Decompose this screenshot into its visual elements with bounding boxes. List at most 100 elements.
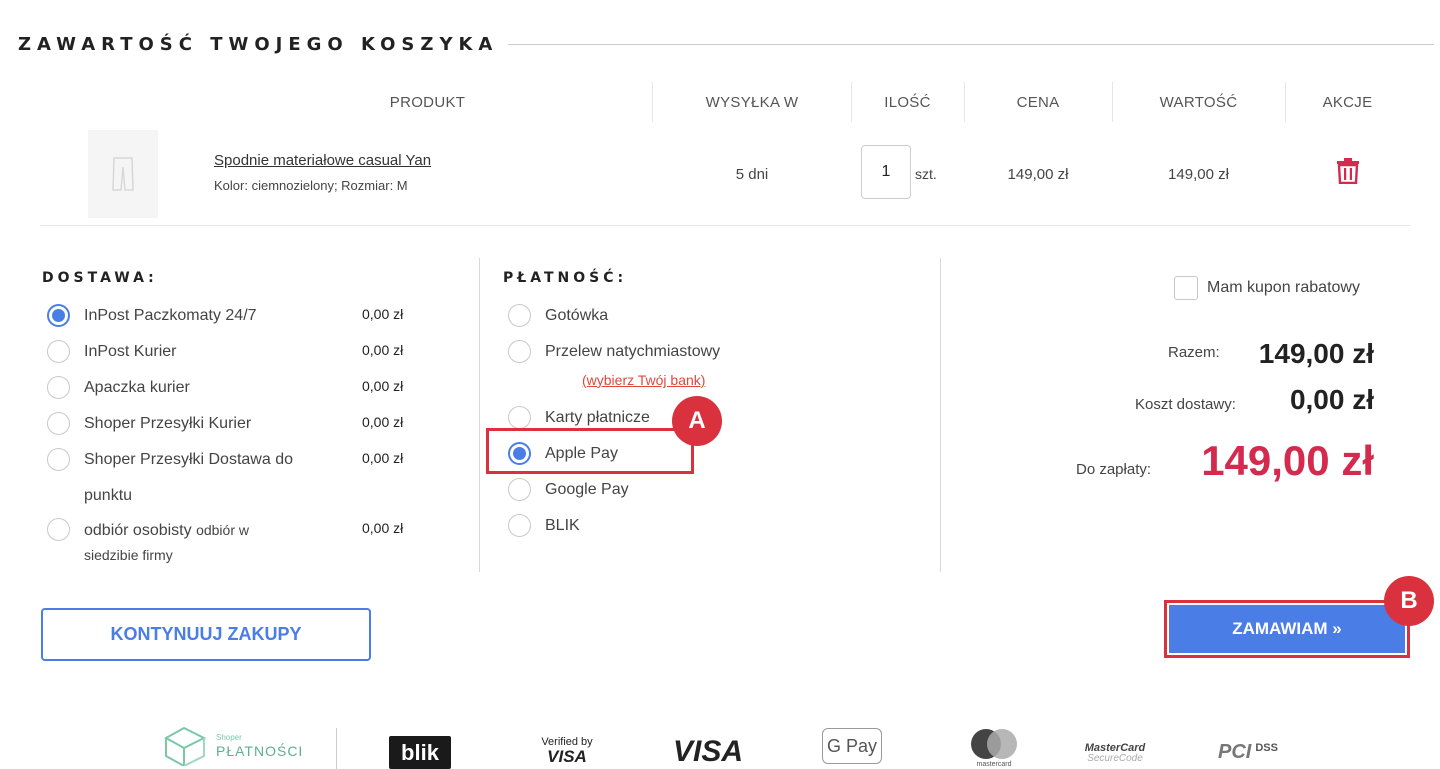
delete-item-button[interactable] [1336,158,1360,189]
mastercard-logo: mastercard [962,726,1026,769]
payment-title: PŁATNOŚĆ: [503,270,628,286]
verified-by-visa-logo: Verified by VISA [532,732,602,769]
annotation-badge-b: B [1384,576,1434,626]
cart-table-header: PRODUKT WYSYŁKA W ILOŚĆ CENA WARTOŚĆ AKC… [0,82,1440,122]
google-pay-logo: G Pay [822,728,882,764]
delivery-radio[interactable] [47,304,70,327]
shoper-logo-small: Shoper [216,733,242,742]
title-divider [508,43,1434,45]
delivery-radio[interactable] [47,340,70,363]
shipping-time: 5 dni [735,165,769,183]
payment-radio[interactable] [508,406,531,429]
delivery-price: 0,00 zł [362,342,404,358]
verified-by-line2: VISA [547,746,587,766]
delivery-option-label-line1: Shoper Przesyłki Dostawa do [84,451,293,468]
table-row: Spodnie materiałowe casual Yan Kolor: ci… [0,128,1440,220]
delivery-option-inpost-kurier[interactable]: InPost Kurier [47,340,176,364]
pci-logo-text: PCI [1218,741,1252,763]
delivery-price: 0,00 zł [362,306,404,322]
unit-price: 149,00 zł [1007,165,1069,183]
column-divider [479,258,480,572]
delivery-option-odbior-osobisty[interactable]: odbiór osobisty odbiór w siedzibie firmy [47,518,249,568]
total-value: 149,00 zł [1201,437,1374,484]
delivery-radio[interactable] [47,376,70,399]
payment-option-label: Google Pay [545,481,629,498]
cart-header: ZAWARTOŚĆ TWOJEGO KOSZYKA [18,32,1434,56]
delivery-radio[interactable] [47,518,70,541]
payment-option-blik[interactable]: BLIK [508,514,580,538]
pants-icon [112,157,134,191]
product-attributes: Kolor: ciemnozielony; Rozmiar: M [214,178,408,193]
delivery-option-shoper-punkt[interactable]: Shoper Przesyłki Dostawa do punktu [47,448,293,508]
shoper-logo-text: PŁATNOŚCI [216,743,304,759]
quantity-unit: szt. [915,166,937,182]
dss-logo-text: DSS [1255,741,1278,754]
payment-radio[interactable] [508,304,531,327]
subtotal-label: Razem: [1168,344,1220,361]
mastercard-logo-text: mastercard [976,761,1012,768]
payment-option-label: BLIK [545,517,580,534]
logos-divider [336,728,337,769]
quantity-input[interactable]: 1 [861,145,911,199]
mastercard-securecode-logo: MasterCard SecureCode [1082,738,1148,768]
delivery-option-label-main: odbiór osobisty [84,522,192,539]
payment-option-label: Przelew natychmiastowy [545,343,721,360]
delivery-option-label: Shoper Przesyłki Kurier [84,415,252,432]
continue-shopping-button[interactable]: KONTYNUUJ ZAKUPY [41,608,371,661]
header-product: PRODUKT [389,93,466,111]
delivery-option-shoper-kurier[interactable]: Shoper Przesyłki Kurier [47,412,251,436]
delivery-radio[interactable] [47,448,70,471]
product-name-link[interactable]: Spodnie materiałowe casual Yan [214,152,431,169]
annotation-highlight-a [486,428,694,474]
delivery-price: 0,00 zł [362,378,404,394]
payment-option-gotowka[interactable]: Gotówka [508,304,608,328]
product-thumbnail[interactable] [88,130,158,218]
payment-option-google-pay[interactable]: Google Pay [508,478,629,502]
delivery-option-label: InPost Kurier [84,343,177,360]
delivery-price: 0,00 zł [362,414,404,430]
delivery-option-label: InPost Paczkomaty 24/7 [84,307,257,324]
delivery-price: 0,00 zł [362,450,404,466]
payment-radio[interactable] [508,514,531,537]
shipping-cost-value: 0,00 zł [1289,384,1374,415]
choose-bank-link[interactable]: (wybierz Twój bank) [582,372,705,388]
shoper-cube-icon [163,726,207,766]
column-divider [940,258,941,572]
total-label: Do zapłaty: [1076,461,1152,478]
annotation-badge-a: A [672,396,722,446]
payment-option-przelew[interactable]: Przelew natychmiastowy [508,340,720,364]
delivery-price: 0,00 zł [362,520,404,536]
payment-radio[interactable] [508,340,531,363]
header-value: WARTOŚĆ [1159,93,1238,111]
row-divider [40,225,1410,226]
payment-option-label: Gotówka [545,307,609,324]
page-title: ZAWARTOŚĆ TWOJEGO KOSZYKA [18,33,499,55]
verified-by-line1: Verified by [541,735,593,748]
payment-option-label: Karty płatnicze [545,409,650,426]
shoper-payments-logo: Shoper PŁATNOŚCI [162,726,308,766]
pci-dss-logo: PCI DSS [1208,736,1288,769]
delivery-option-label: Apaczka kurier [84,379,190,396]
mc-secure-line2: SecureCode [1087,752,1143,764]
trash-icon [1337,158,1359,185]
delivery-option-label-line2: siedzibie firmy [84,547,173,563]
place-order-button[interactable]: ZAMAWIAM » [1169,605,1405,653]
coupon-label: Mam kupon rabatowy [1207,279,1360,296]
coupon-checkbox[interactable] [1174,276,1198,300]
mc-secure-line1: MasterCard [1084,741,1146,754]
delivery-option-label: Shoper Przesyłki Dostawa do punktu [84,448,293,508]
header-quantity: ILOŚĆ [884,93,931,111]
header-shipping: WYSYŁKA W [705,93,799,111]
delivery-option-apaczka[interactable]: Apaczka kurier [47,376,190,400]
payment-radio[interactable] [508,478,531,501]
coupon-toggle[interactable]: Mam kupon rabatowy [1174,276,1360,300]
delivery-option-inpost-paczkomaty[interactable]: InPost Paczkomaty 24/7 [47,304,257,328]
delivery-option-label-note: odbiór w [196,522,249,538]
shipping-cost-label: Koszt dostawy: [1135,396,1236,413]
header-price: CENA [1016,93,1060,111]
subtotal-value: 149,00 zł [1258,338,1374,369]
delivery-radio[interactable] [47,412,70,435]
mastercard-circles-icon [971,729,1017,759]
payment-option-karty[interactable]: Karty płatnicze [508,406,650,430]
payment-logos-bar: Shoper PŁATNOŚCI blik Verified by VISA V… [0,724,1440,769]
